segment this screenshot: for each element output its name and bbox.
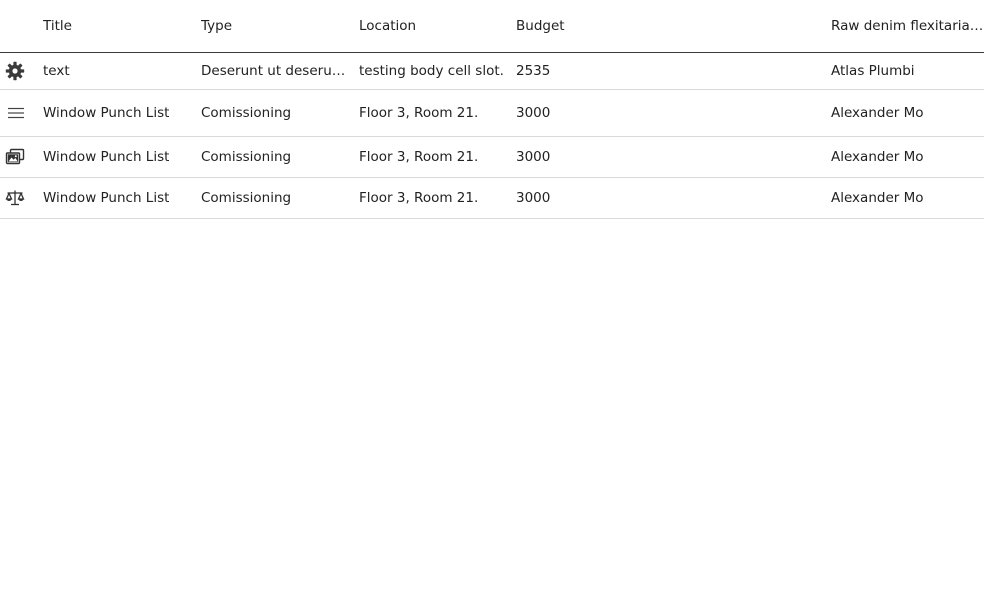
scale-balance-icon [0, 178, 30, 218]
cell-title: text [43, 53, 193, 89]
cell-extra: Alexander Mo [831, 137, 984, 177]
table-header-row: Title Type Location Budget Raw denim fle… [0, 0, 984, 53]
column-header-location-label: Location [359, 18, 417, 34]
cell-title: Window Punch List [43, 90, 193, 136]
cell-title-text: Window Punch List [43, 149, 170, 165]
column-header-type-label: Type [201, 17, 233, 34]
column-header-type[interactable]: Type [201, 0, 348, 52]
cell-location-text: Floor 3, Room 21. [359, 149, 479, 165]
cell-title-text: Window Punch List [43, 105, 170, 121]
cell-budget-text: 2535 [516, 63, 551, 79]
column-header-budget[interactable]: Budget [516, 0, 816, 52]
cell-type-text: Comissioning [201, 148, 292, 165]
cell-location: Floor 3, Room 21. [359, 90, 509, 136]
cell-extra-text: Alexander Mo [831, 105, 924, 121]
cell-type: Comissioning [201, 178, 348, 218]
table-row[interactable]: Window Punch List Comissioning Floor 3, … [0, 137, 984, 178]
cell-type-text: Comissioning [201, 104, 292, 121]
cell-location-text: testing body cell slot. [359, 63, 504, 79]
cell-title-text: text [43, 63, 70, 79]
image-gallery-icon [0, 137, 30, 177]
header-icon-cell [0, 0, 30, 52]
table-row[interactable]: Window Punch List Comissioning Floor 3, … [0, 178, 984, 219]
cell-extra-text: Atlas Plumbi [831, 63, 915, 79]
cell-location: Floor 3, Room 21. [359, 178, 509, 218]
cell-type: Deserunt ut deserun… [201, 53, 348, 89]
column-header-extra[interactable]: Raw denim flexitarian g [831, 0, 984, 52]
cell-budget-text: 3000 [516, 190, 551, 206]
column-header-title-label: Title [43, 18, 72, 34]
cell-type: Comissioning [201, 137, 348, 177]
cell-extra: Alexander Mo [831, 90, 984, 136]
cell-budget: 3000 [516, 90, 816, 136]
table-row[interactable]: text Deserunt ut deserun… testing body c… [0, 53, 984, 90]
menu-lines-icon [0, 90, 30, 136]
cell-title: Window Punch List [43, 178, 193, 218]
cell-location-text: Floor 3, Room 21. [359, 105, 479, 121]
cell-extra: Alexander Mo [831, 178, 984, 218]
cell-budget: 3000 [516, 137, 816, 177]
column-header-title[interactable]: Title [43, 0, 193, 52]
gear-icon [0, 53, 30, 89]
cell-type: Comissioning [201, 90, 348, 136]
cell-extra-text: Alexander Mo [831, 149, 924, 165]
cell-type-text: Comissioning [201, 189, 292, 206]
cell-location-text: Floor 3, Room 21. [359, 190, 479, 206]
column-header-location[interactable]: Location [359, 0, 509, 52]
cell-budget-text: 3000 [516, 149, 551, 165]
cell-extra: Atlas Plumbi [831, 53, 984, 89]
cell-title: Window Punch List [43, 137, 193, 177]
column-header-budget-label: Budget [516, 18, 565, 34]
table-row[interactable]: Window Punch List Comissioning Floor 3, … [0, 90, 984, 137]
cell-location: Floor 3, Room 21. [359, 137, 509, 177]
cell-title-text: Window Punch List [43, 190, 170, 206]
data-table: Title Type Location Budget Raw denim fle… [0, 0, 984, 219]
cell-extra-text: Alexander Mo [831, 190, 924, 206]
column-header-extra-label: Raw denim flexitarian g [831, 18, 984, 34]
cell-type-text: Deserunt ut deserun… [201, 62, 348, 79]
cell-budget: 2535 [516, 53, 816, 89]
cell-budget-text: 3000 [516, 105, 551, 121]
cell-location: testing body cell slot. [359, 53, 509, 89]
cell-budget: 3000 [516, 178, 816, 218]
